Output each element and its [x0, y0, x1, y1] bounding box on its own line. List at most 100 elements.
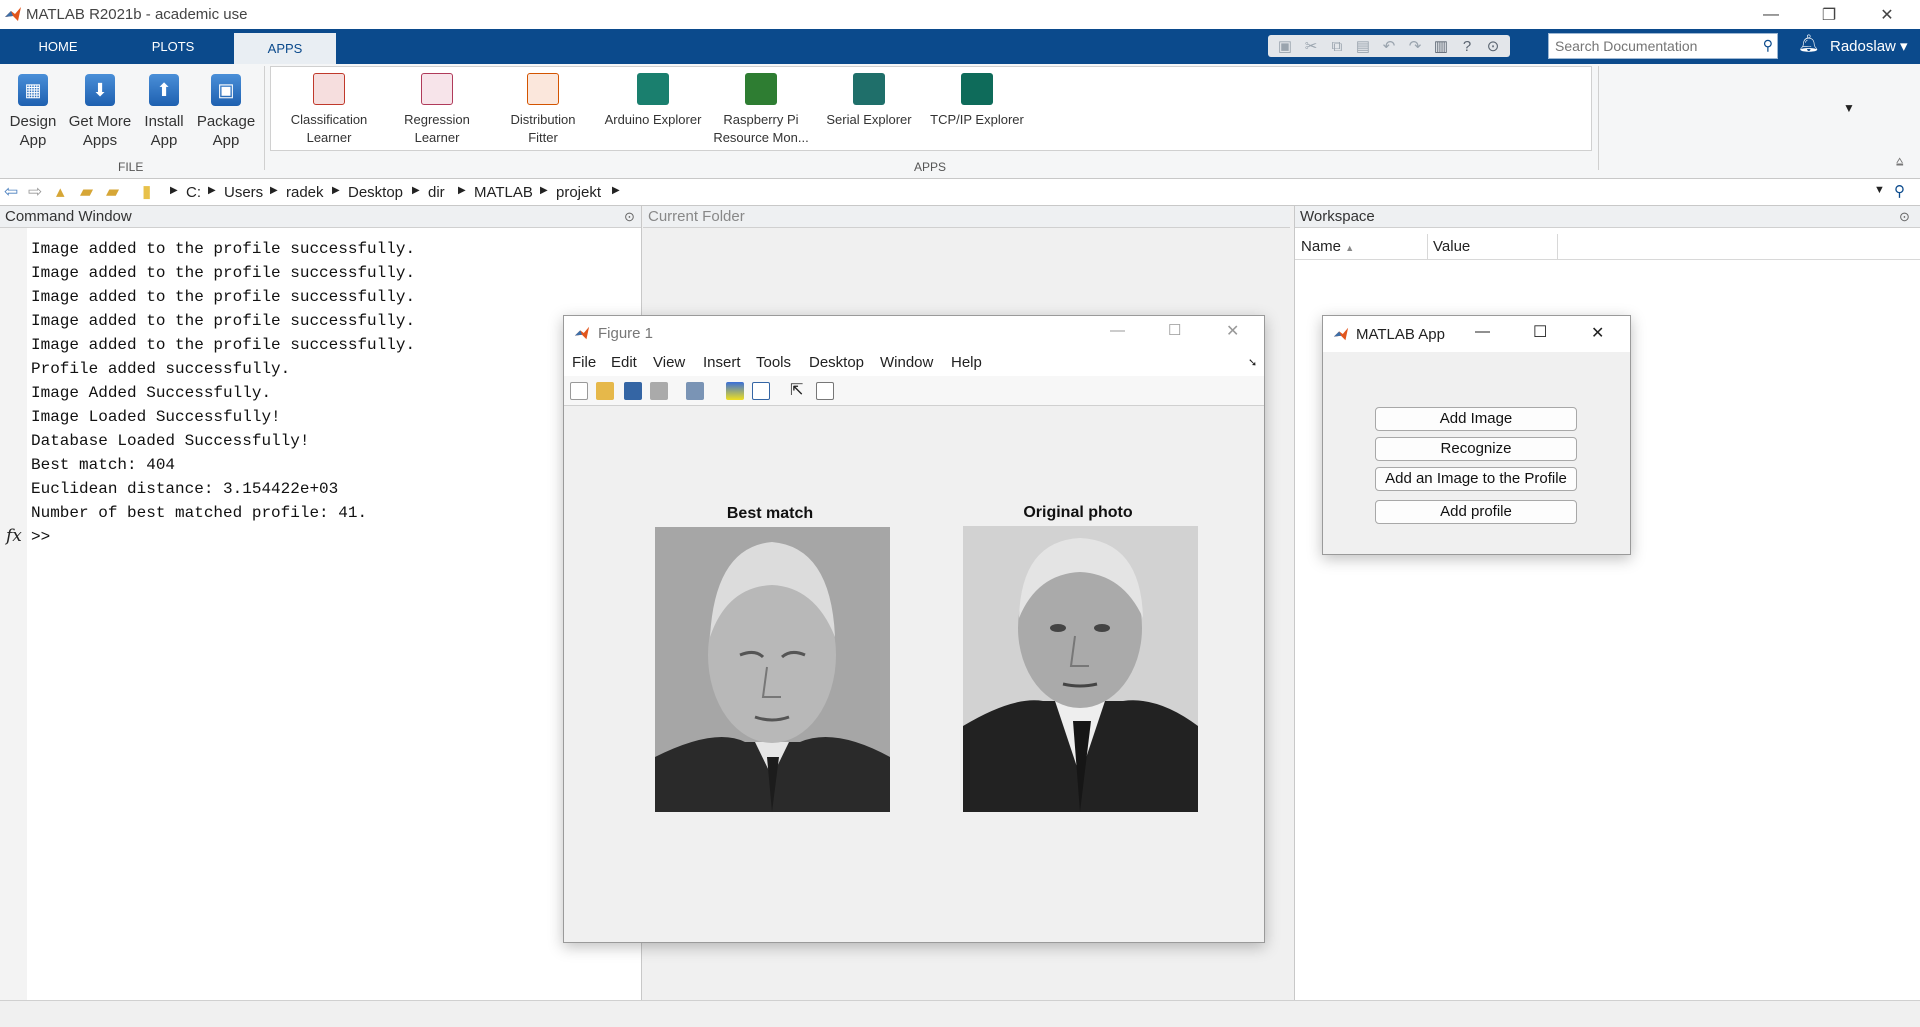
package-icon: ▣ [211, 74, 241, 106]
maximize-icon[interactable]: ☐ [1168, 321, 1181, 339]
minimize-icon[interactable]: — [1110, 322, 1125, 339]
column-header-name[interactable]: Name ▲ [1301, 238, 1425, 255]
menu-edit[interactable]: Edit [611, 354, 637, 371]
package-app-button[interactable]: ▣ Package App [194, 66, 258, 150]
search-input[interactable] [1549, 34, 1777, 58]
save-figure-icon[interactable] [624, 382, 642, 400]
menu-insert[interactable]: Insert [703, 354, 741, 371]
get-more-apps-button[interactable]: ⬇ Get More Apps [66, 66, 134, 150]
serial-explorer-button[interactable]: Serial Explorer [821, 71, 917, 129]
figure-title: Figure 1 [598, 325, 654, 342]
edit-plot-icon[interactable]: ⇱ [790, 382, 808, 400]
save-icon[interactable]: ▣ [1274, 36, 1296, 56]
add-profile-button[interactable]: Add profile [1375, 500, 1577, 524]
original-photo-image[interactable] [963, 526, 1198, 812]
user-menu[interactable]: Radoslaw ▾ [1830, 37, 1908, 55]
tab-plots[interactable]: PLOTS [116, 29, 230, 64]
breadcrumb-desktop[interactable]: Desktop [348, 184, 403, 201]
menu-window[interactable]: Window [880, 354, 933, 371]
forward-icon[interactable]: ⇨ [28, 182, 42, 202]
link-plot-icon[interactable] [686, 382, 704, 400]
command-gutter [0, 228, 27, 1000]
workspace-table-header: Name ▲ Value [1295, 234, 1920, 260]
install-icon: ⬆ [149, 74, 179, 106]
minimize-icon[interactable]: — [1475, 323, 1490, 340]
menu-help[interactable]: Help [951, 354, 982, 371]
new-figure-icon[interactable] [570, 382, 588, 400]
install-app-button[interactable]: ⬆ Install App [136, 66, 192, 150]
back-icon[interactable]: ⇦ [4, 182, 18, 202]
tab-home[interactable]: HOME [0, 29, 116, 64]
panel-menu-icon[interactable]: ⊙ [624, 209, 635, 225]
property-inspector-icon[interactable] [816, 382, 834, 400]
breadcrumb-matlab[interactable]: MATLAB [474, 184, 533, 201]
column-header-value[interactable]: Value [1433, 238, 1470, 255]
app-label: Arduino Explorer [604, 112, 702, 127]
search-icon[interactable]: ⚲ [1763, 37, 1773, 54]
search-folder-icon[interactable]: ▰ [106, 182, 119, 202]
switch-windows-icon[interactable]: ▥ [1430, 36, 1452, 56]
close-icon[interactable]: ✕ [1226, 321, 1239, 341]
app-title: MATLAB App [1356, 326, 1445, 343]
tcpip-explorer-button[interactable]: TCP/IP Explorer [925, 71, 1029, 129]
collapse-ribbon-icon[interactable]: ⩠ [1896, 154, 1903, 169]
button-label: Get More [68, 113, 132, 130]
cut-icon[interactable]: ✂ [1300, 36, 1322, 56]
help-icon[interactable]: ? [1456, 36, 1478, 56]
panel-menu-icon[interactable]: ⊙ [1899, 209, 1910, 225]
design-app-button[interactable]: ▦ Design App [2, 66, 64, 150]
figure-window: Figure 1 — ☐ ✕ File Edit View Insert Too… [563, 315, 1265, 943]
recognize-button[interactable]: Recognize [1375, 437, 1577, 461]
apps-section-label: APPS [914, 160, 947, 174]
breadcrumb-radek[interactable]: radek [286, 184, 324, 201]
up-folder-icon[interactable]: ▴ [56, 182, 65, 202]
path-dropdown-icon[interactable]: ▼ [1874, 184, 1885, 196]
restore-icon[interactable]: ❐ [1800, 0, 1858, 29]
dock-figure-icon[interactable]: ➘ [1248, 356, 1257, 369]
menu-view[interactable]: View [653, 354, 685, 371]
command-prompt[interactable]: >> [31, 528, 50, 546]
arduino-explorer-button[interactable]: Arduino Explorer [599, 71, 707, 129]
raspberry-pi-icon [745, 73, 777, 105]
add-image-to-profile-button[interactable]: Add an Image to the Profile [1375, 467, 1577, 491]
colorbar-icon[interactable] [726, 382, 744, 400]
copy-icon[interactable]: ⧉ [1326, 36, 1348, 56]
title-bar: MATLAB R2021b - academic use — ❐ ✕ [0, 0, 1920, 29]
search-folder-path-icon[interactable]: ⚲ [1894, 182, 1905, 200]
regression-learner-icon [421, 73, 453, 105]
menu-desktop[interactable]: Desktop [809, 354, 864, 371]
close-icon[interactable]: ✕ [1858, 0, 1916, 29]
breadcrumb-users[interactable]: Users [224, 184, 263, 201]
close-icon[interactable]: ✕ [1591, 323, 1604, 343]
regression-learner-button[interactable]: Regression Learner [389, 71, 485, 147]
minimize-icon[interactable]: — [1742, 0, 1800, 29]
open-file-icon[interactable] [596, 382, 614, 400]
app-label: Resource Mon... [713, 130, 809, 145]
tcpip-explorer-icon [961, 73, 993, 105]
best-match-image[interactable] [655, 527, 890, 812]
notification-bell-icon[interactable]: 🔔︎ [1798, 34, 1820, 54]
tab-apps[interactable]: APPS [234, 33, 336, 64]
fx-icon[interactable]: fx [6, 526, 22, 546]
arduino-explorer-icon [637, 73, 669, 105]
print-figure-icon[interactable] [650, 382, 668, 400]
paste-icon[interactable]: ▤ [1352, 36, 1374, 56]
raspberry-pi-resource-monitor-button[interactable]: Raspberry Pi Resource Mon... [711, 71, 811, 147]
menu-file[interactable]: File [572, 354, 596, 371]
menu-tools[interactable]: Tools [756, 354, 791, 371]
matlab-logo-icon [4, 5, 22, 26]
undo-icon[interactable]: ↶ [1378, 36, 1400, 56]
redo-icon[interactable]: ↷ [1404, 36, 1426, 56]
breadcrumb-projekt[interactable]: projekt [556, 184, 601, 201]
add-image-button[interactable]: Add Image [1375, 407, 1577, 431]
breadcrumb-dir[interactable]: dir [428, 184, 445, 201]
quick-access-dropdown-icon[interactable]: ⊙ [1482, 36, 1504, 56]
legend-icon[interactable] [752, 382, 770, 400]
output-line: Best match: 404 [31, 456, 176, 474]
maximize-icon[interactable]: ☐ [1533, 322, 1547, 342]
classification-learner-button[interactable]: Classification Learner [281, 71, 377, 147]
gallery-expand-icon[interactable]: ▼ [1843, 101, 1855, 115]
distribution-fitter-button[interactable]: Distribution Fitter [495, 71, 591, 147]
browse-folder-icon[interactable]: ▰ [80, 182, 93, 202]
breadcrumb-c[interactable]: C: [186, 184, 201, 201]
